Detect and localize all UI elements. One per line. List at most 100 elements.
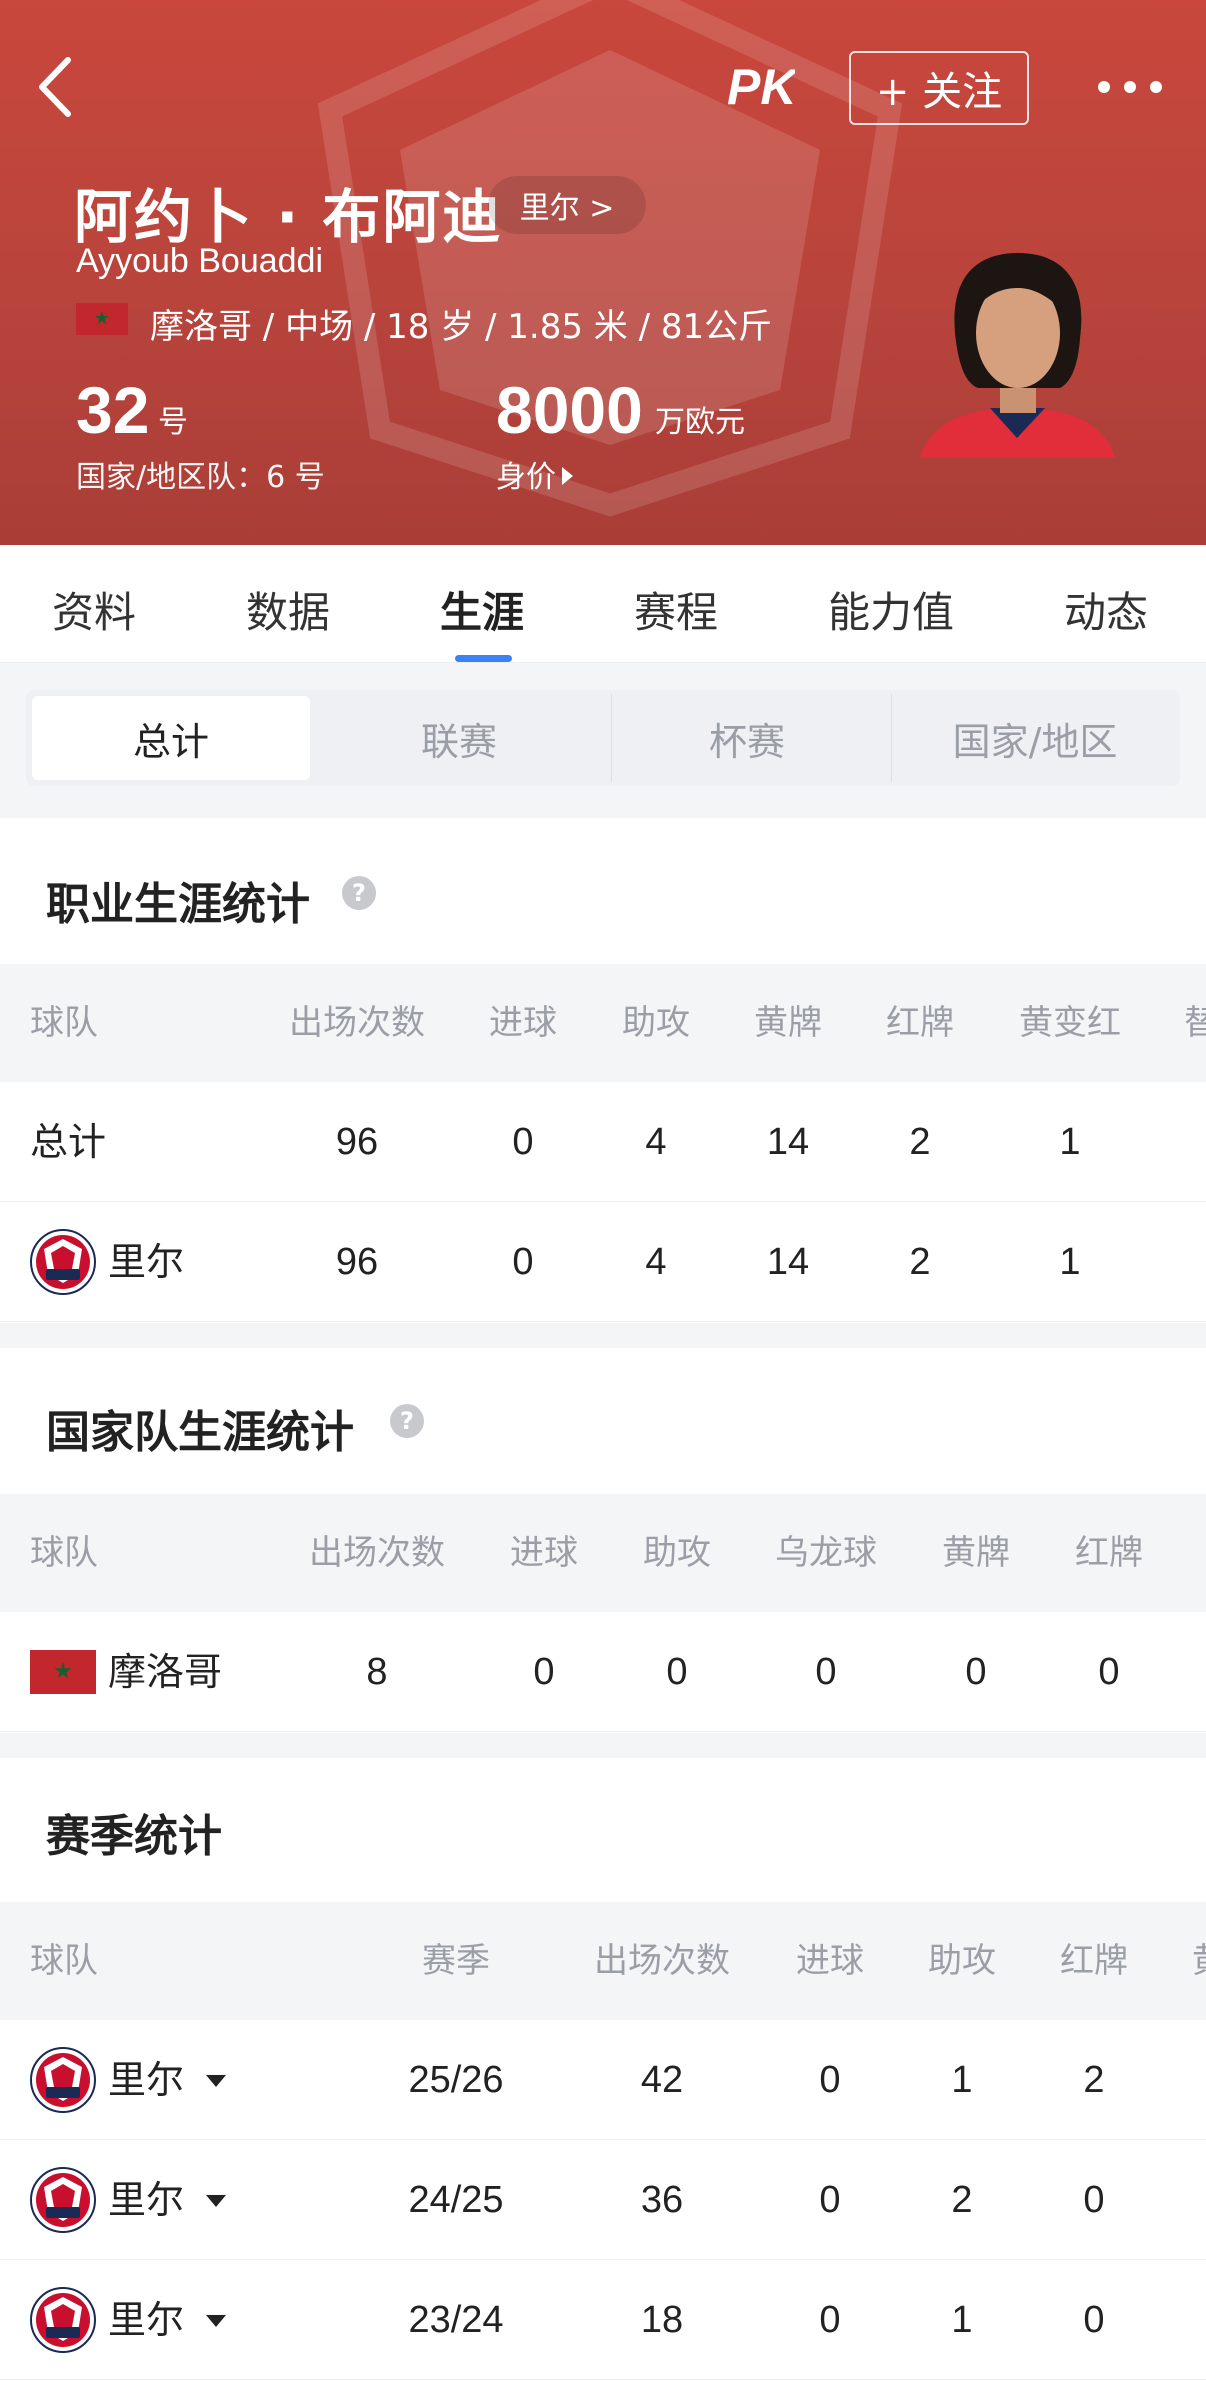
segment-cup[interactable]: 杯赛 [608,696,886,780]
career-filter-segments: 总计 联赛 杯赛 国家/地区 [26,690,1180,786]
team-name: 摩洛哥 [108,1650,223,1694]
team-dropdown[interactable]: 里尔 [108,2260,227,2380]
career-stats-section: 职业生涯统计 ? 球队 出场次数 进球 助攻 黄牌 红牌 黄变红 替 总计 96… [0,818,1206,1323]
assists-value: 4 [645,1241,667,1283]
follow-button[interactable]: + 关注 [849,51,1029,125]
col-yellow: 黄牌 [942,1533,1010,1573]
apps-value: 96 [335,1121,379,1163]
player-avatar [920,253,1115,458]
more-dots-icon[interactable] [1098,62,1162,112]
season-value: 24/25 [408,2179,504,2221]
table-row[interactable]: 总计 96 0 4 14 2 1 [0,1082,1206,1202]
second-yellow-value: 1 [1059,1121,1081,1163]
pk-logo-icon: PK [727,59,795,115]
goals-value: 0 [819,2299,841,2341]
tab-stats[interactable]: 数据 [246,579,330,640]
play-arrow-icon [562,467,573,485]
section-title: 赛季统计 [46,1811,222,1862]
segment-national[interactable]: 国家/地区 [896,696,1174,780]
yellow-value: 0 [965,1651,987,1693]
table-header: 球队 出场次数 进球 助攻 黄牌 红牌 黄变红 替 [0,964,1206,1082]
tab-ability[interactable]: 能力值 [828,579,954,640]
red-value: 0 [1083,2179,1105,2221]
red-value: 2 [1083,2059,1105,2101]
table-row[interactable]: 里尔 25/26 42 0 1 2 [0,2020,1206,2140]
tab-career[interactable]: 生涯 [440,579,524,640]
segment-divider [891,694,892,782]
team-name: 里尔 [108,2298,185,2342]
col-assists: 助攻 [622,1003,690,1043]
svg-text:PK: PK [727,59,795,115]
red-value: 2 [909,1241,931,1283]
table-row[interactable]: 里尔 96 0 4 14 2 1 [0,1202,1206,1322]
main-tabs: 资料 数据 生涯 赛程 能力值 动态 [0,545,1206,663]
col-red: 红牌 [1075,1533,1143,1573]
col-goals: 进球 [796,1941,864,1981]
col-team: 球队 [30,1941,98,1981]
table-header: 球队 赛季 出场次数 进球 助攻 红牌 黄 [0,1902,1206,2020]
active-tab-indicator [455,655,512,662]
tab-profile[interactable]: 资料 [52,579,136,640]
season-value: 25/26 [408,2059,504,2101]
help-icon[interactable]: ? [342,876,376,910]
lille-logo-icon [30,1229,96,1295]
market-value-label: 身价 [496,460,556,495]
team-name: 里尔 [108,2178,185,2222]
player-header: PK + 关注 阿约卜 · 布阿迪 里尔 > Ayyoub Bouaddi ★ … [0,0,1206,545]
shirt-number: 32 [76,373,150,447]
club-link-pill[interactable]: 里尔 > [488,176,646,234]
dropdown-caret-icon [206,2315,227,2327]
col-goals: 进球 [510,1533,578,1573]
table-row[interactable]: ★ 摩洛哥 8 0 0 0 0 0 [0,1612,1206,1732]
segment-total[interactable]: 总计 [32,696,310,780]
table-row[interactable]: 里尔 24/25 36 0 2 0 [0,2140,1206,2260]
tab-schedule[interactable]: 赛程 [634,579,718,640]
yellow-value: 14 [766,1241,810,1283]
col-goals: 进球 [489,1003,557,1043]
morocco-flag-icon: ★ [30,1650,96,1694]
assists-value: 1 [951,2059,973,2101]
col-yellow-partial: 黄 [1192,1902,1206,2020]
back-arrow-icon[interactable] [30,52,80,122]
red-value: 0 [1098,1651,1120,1693]
assists-value: 1 [951,2299,973,2341]
col-apps: 出场次数 [594,1941,730,1981]
table-row[interactable]: 里尔 23/24 18 0 1 0 [0,2260,1206,2380]
lille-logo-icon [30,2047,96,2113]
shirt-number-unit: 号 [158,405,188,440]
dropdown-caret-icon [206,2075,227,2087]
market-value-link[interactable]: 身价 [496,452,573,496]
yellow-value: 14 [766,1121,810,1163]
player-name-en: Ayyoub Bouaddi [76,242,324,280]
goals-value: 0 [512,1121,534,1163]
team-dropdown[interactable]: 里尔 [108,2140,227,2260]
team-name: 总计 [30,1120,107,1164]
assists-value: 4 [645,1121,667,1163]
second-yellow-value: 1 [1059,1241,1081,1283]
section-title: 国家队生涯统计 [46,1407,354,1458]
player-info-line: 摩洛哥 / 中场 / 18 岁 / 1.85 米 / 81公斤 [150,307,773,347]
red-value: 0 [1083,2299,1105,2341]
col-season: 赛季 [422,1941,490,1981]
col-yellow: 黄牌 [754,1003,822,1043]
col-apps: 出场次数 [289,1003,425,1043]
tab-news[interactable]: 动态 [1064,579,1148,640]
national-team-number: 国家/地区队：6 号 [76,460,325,495]
apps-value: 18 [640,2299,684,2341]
col-assists: 助攻 [928,1941,996,1981]
dropdown-caret-icon [206,2195,227,2207]
goals-value: 0 [819,2179,841,2221]
col-own-goals: 乌龙球 [775,1533,877,1573]
market-value: 8000 [496,373,643,447]
col-team: 球队 [30,1533,98,1573]
team-dropdown[interactable]: 里尔 [108,2020,227,2140]
goals-value: 0 [512,1241,534,1283]
assists-value: 2 [951,2179,973,2221]
goals-value: 0 [819,2059,841,2101]
table-header: 球队 出场次数 进球 助攻 乌龙球 黄牌 红牌 [0,1494,1206,1612]
help-icon[interactable]: ? [390,1404,424,1438]
lille-logo-icon [30,2287,96,2353]
team-name: 里尔 [108,2058,185,2102]
segment-league[interactable]: 联赛 [320,696,598,780]
goals-value: 0 [533,1651,555,1693]
